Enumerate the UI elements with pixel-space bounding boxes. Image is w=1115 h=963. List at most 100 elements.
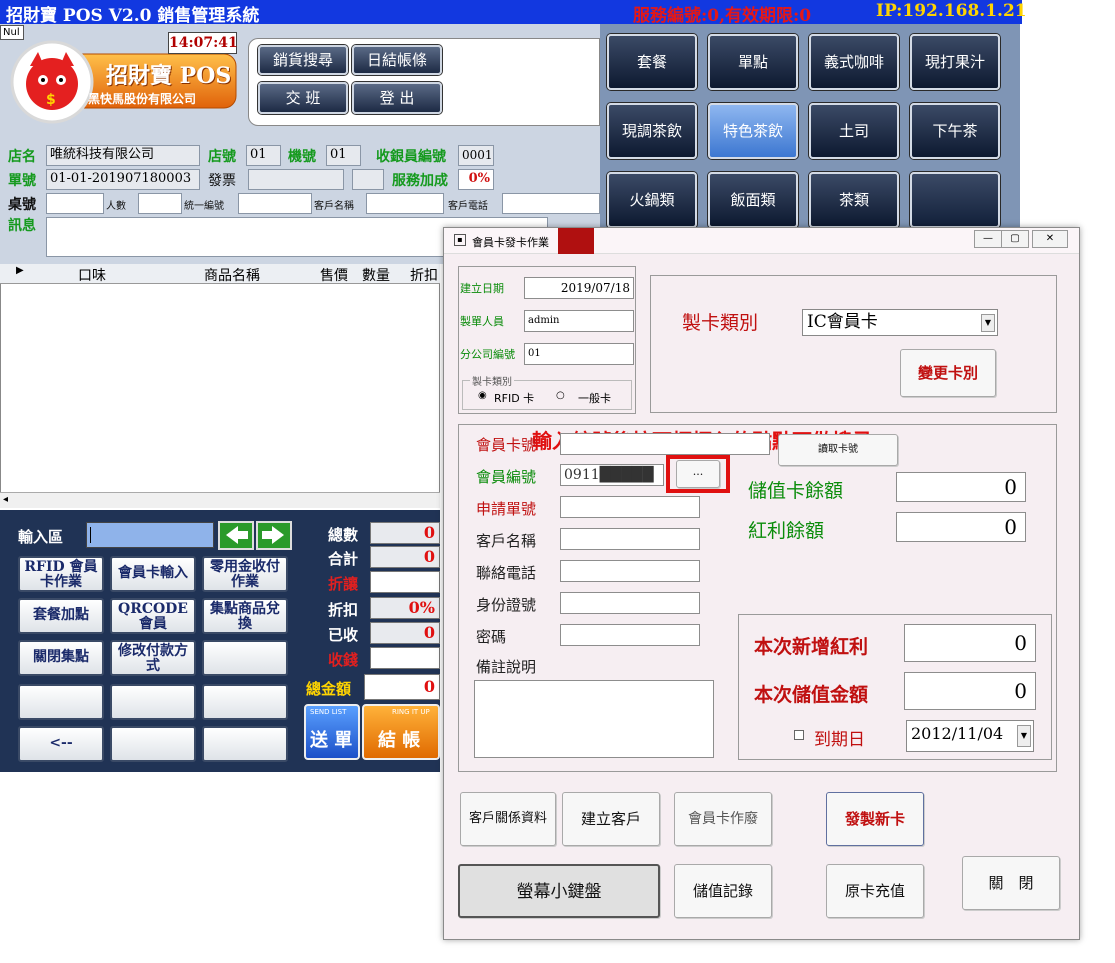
- member-no-field[interactable]: 0911█████: [560, 464, 664, 486]
- customer-relation-button[interactable]: 客戶關係資料: [460, 792, 556, 846]
- petty-cash-button[interactable]: 零用金收付作業: [202, 556, 288, 592]
- maximize-icon[interactable]: ▢: [1001, 230, 1029, 248]
- shift-change-button[interactable]: 交 班: [258, 82, 348, 114]
- product-category-button[interactable]: 土司: [809, 103, 899, 159]
- table-field[interactable]: [46, 193, 104, 214]
- blank-key-button[interactable]: [18, 684, 104, 720]
- change-value[interactable]: [370, 647, 440, 669]
- send-label: 送 單: [310, 730, 353, 751]
- product-category-button-active[interactable]: 特色茶飲: [708, 103, 798, 159]
- order-table[interactable]: [0, 264, 440, 508]
- screen-keyboard-button[interactable]: 螢幕小鍵盤: [458, 864, 660, 918]
- points-exchange-button[interactable]: 集點商品兌換: [202, 598, 288, 634]
- customer-phone-field[interactable]: [502, 193, 600, 214]
- read-card-button[interactable]: 讀取卡號: [778, 434, 898, 466]
- backspace-button[interactable]: <--: [18, 726, 104, 762]
- customer-name-field[interactable]: [366, 193, 444, 214]
- product-category-button[interactable]: 茶類: [809, 172, 899, 228]
- discount-amount-value[interactable]: [370, 571, 440, 593]
- app-title: 招財寶 POS V2.0 銷售管理系統: [6, 6, 260, 26]
- phone-field[interactable]: [560, 560, 700, 582]
- card-type-select[interactable]: IC會員卡 ▼: [802, 309, 998, 336]
- blank-key-button[interactable]: [202, 640, 288, 676]
- table-horizontal-scrollbar[interactable]: ◂: [0, 492, 440, 508]
- stored-balance-field: 0: [896, 472, 1026, 502]
- total-value: 0: [364, 674, 440, 700]
- blank-key-button[interactable]: [202, 684, 288, 720]
- arrow-left-button[interactable]: [218, 521, 254, 550]
- tax-id-field[interactable]: [238, 193, 312, 214]
- issue-card-button[interactable]: 發製新卡: [826, 792, 924, 846]
- new-stored-field[interactable]: 0: [904, 672, 1036, 710]
- checkout-button[interactable]: RING IT UP 結 帳: [362, 704, 440, 760]
- svg-text:$: $: [46, 92, 56, 108]
- people-field[interactable]: [138, 193, 182, 214]
- logout-button[interactable]: 登 出: [352, 82, 442, 114]
- product-category-button[interactable]: 現調茶飲: [607, 103, 697, 159]
- checkout-label: 結 帳: [378, 730, 421, 751]
- product-category-button[interactable]: [910, 172, 1000, 228]
- card-type-label: 製卡類別: [682, 312, 759, 334]
- minimize-icon[interactable]: —: [974, 230, 1002, 248]
- customer-name-label: 客戶名稱: [476, 532, 537, 550]
- bonus-balance-field: 0: [896, 512, 1026, 542]
- recharge-button[interactable]: 原卡充值: [826, 864, 924, 918]
- blank-key-button[interactable]: [110, 684, 196, 720]
- creator-label: 製單人員: [460, 315, 504, 328]
- product-category-button[interactable]: 火鍋類: [607, 172, 697, 228]
- combo-add-button[interactable]: 套餐加點: [18, 598, 104, 634]
- product-category-button[interactable]: 下午茶: [910, 103, 1000, 159]
- machine-no-label: 機號: [288, 149, 316, 165]
- expiry-date-picker[interactable]: 2012/11/04 ▼: [906, 720, 1034, 752]
- logo-brand: 招財寶 POS: [106, 63, 232, 89]
- new-bonus-field[interactable]: 0: [904, 624, 1036, 662]
- product-category-button[interactable]: 套餐: [607, 34, 697, 90]
- product-category-button[interactable]: 義式咖啡: [809, 34, 899, 90]
- browse-button[interactable]: ...: [676, 460, 720, 488]
- col-product-name: 商品名稱: [204, 268, 260, 284]
- member-card-input-button[interactable]: 會員卡輸入: [110, 556, 196, 592]
- radio-rfid-label: RFID 卡: [494, 392, 535, 405]
- expiry-checkbox[interactable]: [794, 730, 804, 740]
- close-points-button[interactable]: 關閉集點: [18, 640, 104, 676]
- scroll-left-icon[interactable]: ◂: [3, 494, 8, 505]
- rfid-card-button[interactable]: RFID 會員卡作業: [18, 556, 104, 592]
- sales-search-button[interactable]: 銷貨搜尋: [258, 45, 348, 75]
- apply-no-field[interactable]: [560, 496, 700, 518]
- count-label: 總數: [328, 526, 359, 544]
- password-field[interactable]: [560, 624, 700, 646]
- blank-key-button[interactable]: [202, 726, 288, 762]
- dialog-title: 會員卡發卡作業: [472, 236, 549, 249]
- input-area-field[interactable]: [86, 522, 214, 548]
- change-card-button[interactable]: 變更卡別: [900, 349, 996, 397]
- remarks-textarea[interactable]: [474, 680, 714, 758]
- send-order-button[interactable]: SEND LIST 送 單: [304, 704, 360, 760]
- stored-record-button[interactable]: 儲值記錄: [674, 864, 772, 918]
- new-bonus-label: 本次新增紅利: [754, 636, 869, 658]
- member-card-no-field[interactable]: [560, 433, 770, 455]
- password-label: 密碼: [476, 628, 507, 646]
- daily-close-button[interactable]: 日結帳條: [352, 45, 442, 75]
- product-category-button[interactable]: 單點: [708, 34, 798, 90]
- id-field[interactable]: [560, 592, 700, 614]
- chevron-down-icon[interactable]: ▼: [1017, 725, 1031, 747]
- arrow-right-button[interactable]: [256, 521, 292, 550]
- blank-key-button[interactable]: [110, 726, 196, 762]
- modify-payment-button[interactable]: 修改付款方式: [110, 640, 196, 676]
- radio-rfid-selected[interactable]: ◉: [478, 390, 487, 401]
- create-customer-button[interactable]: 建立客戶: [562, 792, 660, 846]
- product-category-button[interactable]: 現打果汁: [910, 34, 1000, 90]
- radio-normal-label: 一般卡: [578, 392, 611, 405]
- chevron-down-icon[interactable]: ▼: [981, 314, 995, 332]
- close-dialog-button[interactable]: 關 閉: [962, 856, 1060, 910]
- member-card-dialog: ▪ 會員卡發卡作業 — ▢ ✕ 建立日期 2019/07/18 製單人員 adm…: [443, 227, 1080, 940]
- close-icon[interactable]: ✕: [1032, 230, 1068, 248]
- product-category-button[interactable]: 飯面類: [708, 172, 798, 228]
- customer-phone-label: 客戶電話: [448, 201, 488, 212]
- customer-name-field[interactable]: [560, 528, 700, 550]
- radio-normal[interactable]: ○: [556, 390, 565, 401]
- void-card-button[interactable]: 會員卡作廢: [674, 792, 772, 846]
- qrcode-member-button[interactable]: QRCODE會員: [110, 598, 196, 634]
- create-date-field: 2019/07/18: [524, 277, 634, 299]
- dialog-titlebar: ▪ 會員卡發卡作業 — ▢ ✕: [444, 228, 1079, 254]
